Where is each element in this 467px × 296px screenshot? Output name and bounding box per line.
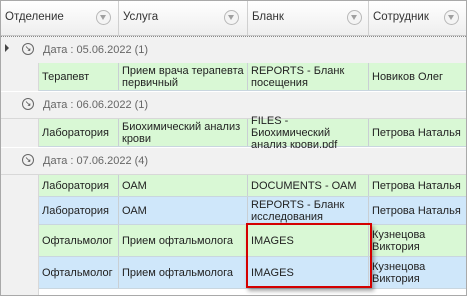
- group-row[interactable]: ↘ Дата : 05.06.2022 (1): [1, 36, 466, 64]
- cell-service: Прием офтальмолога: [119, 257, 248, 288]
- table-row[interactable]: Лаборатория Биохимический анализ крови F…: [39, 115, 466, 151]
- table-row[interactable]: Лаборатория ОАМ DOCUMENTS - ОАМ Петрова …: [39, 175, 466, 197]
- cell-form: DOCUMENTS - ОАМ: [248, 175, 369, 196]
- column-header-service[interactable]: Услуга: [119, 1, 248, 35]
- table-row[interactable]: Лаборатория ОАМ REPORTS - Бланк исследов…: [39, 197, 466, 225]
- cell-department: Офтальмолог: [39, 225, 119, 256]
- filter-icon[interactable]: [444, 10, 459, 25]
- data-grid: Отделение Услуга Бланк Сотрудник ↘ Дата …: [0, 0, 467, 296]
- column-header-form[interactable]: Бланк: [248, 1, 369, 35]
- group-row[interactable]: ↘ Дата : 06.06.2022 (1): [1, 92, 466, 119]
- highlight-box: [246, 223, 372, 288]
- collapse-group-icon[interactable]: ↘: [22, 154, 34, 166]
- cell-department: Лаборатория: [39, 175, 119, 196]
- grid-header: Отделение Услуга Бланк Сотрудник: [1, 1, 466, 36]
- filter-icon[interactable]: [347, 10, 362, 25]
- cell-department: Лаборатория: [39, 197, 119, 224]
- cell-employee: Петрова Наталья: [372, 204, 461, 217]
- cell-form: FILES - Биохимический анализ крови.pdf: [248, 115, 369, 151]
- filter-icon[interactable]: [96, 10, 111, 25]
- cell-employee: Кузнецова Виктория: [372, 228, 426, 253]
- collapse-group-icon[interactable]: ↘: [22, 43, 34, 55]
- cell-employee: Кузнецова Виктория: [372, 260, 426, 285]
- row-pointer-icon: [5, 44, 9, 52]
- cell-form: REPORTS - Бланк исследования: [248, 197, 369, 224]
- cell-employee: Новиков Олег: [372, 70, 443, 83]
- column-header-employee[interactable]: Сотрудник: [369, 1, 466, 35]
- cell-form: REPORTS - Бланк посещения: [248, 63, 369, 90]
- cell-service: ОАМ: [119, 175, 248, 196]
- cell-employee: Петрова Наталья: [372, 126, 461, 139]
- cell-service: Прием врача терапевта первичный: [119, 63, 248, 90]
- group-row[interactable]: ↘ Дата : 07.06.2022 (4): [1, 148, 466, 175]
- filter-icon[interactable]: [224, 10, 239, 25]
- group-indent: [1, 63, 39, 91]
- table-row[interactable]: Терапевт Прием врача терапевта первичный…: [39, 63, 466, 91]
- cell-department: Терапевт: [39, 63, 119, 90]
- cell-service: ОАМ: [119, 197, 248, 224]
- column-header-department[interactable]: Отделение: [1, 1, 119, 35]
- collapse-group-icon[interactable]: ↘: [22, 98, 34, 110]
- group-indent: [1, 119, 39, 147]
- cell-service: Биохимический анализ крови: [119, 119, 248, 146]
- cell-department: Лаборатория: [39, 119, 119, 146]
- cell-service: Прием офтальмолога: [119, 225, 248, 256]
- cell-department: Офтальмолог: [39, 257, 119, 288]
- cell-employee: Петрова Наталья: [372, 179, 461, 192]
- group-indent: [1, 175, 39, 295]
